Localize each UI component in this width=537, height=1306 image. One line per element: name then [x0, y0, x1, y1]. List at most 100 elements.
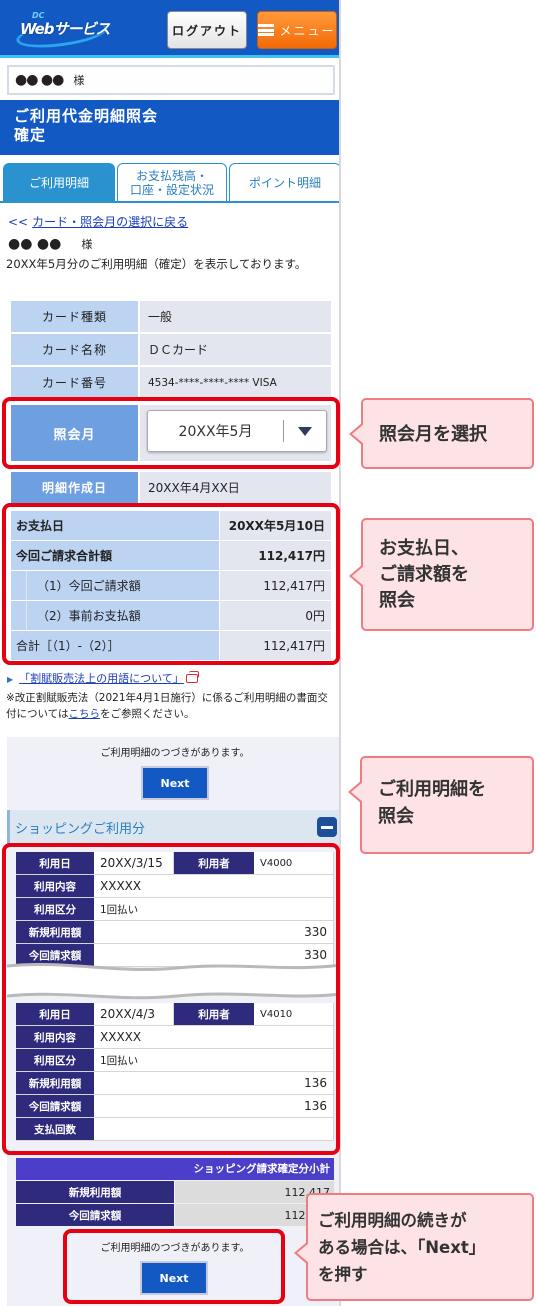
entry-date-label: 利用日 — [16, 852, 94, 874]
callout-pointer — [349, 422, 364, 446]
net-total-row: 合計［（1）-（2）］ 112,417円 — [11, 631, 331, 660]
tab-balance-account-settings[interactable]: お支払残高・ 口座・設定状況 — [117, 163, 227, 201]
callout-next-line2: ある場合は、「Next」 — [318, 1238, 486, 1257]
page-title-line1: ご利用代金明細照会 — [14, 107, 159, 125]
total-billing-label: 今回ご請求合計額 — [11, 541, 219, 570]
net-total-label: 合計［（1）-（2）］ — [11, 631, 219, 660]
phone-screen: DC Webサービス ログアウト メニュー ●● ●● 様 ご利用代金明細照会 … — [0, 0, 341, 1306]
tab-point-details[interactable]: ポイント明細 — [229, 163, 339, 201]
net-total-value: 112,417円 — [220, 631, 331, 660]
entry-content-row: 利用内容 XXXXX — [16, 875, 334, 898]
entry-content-label: 利用内容 — [16, 1026, 94, 1048]
callout-pointer — [349, 564, 364, 588]
triangle-right-icon: ▶ — [7, 675, 14, 684]
entry-new-amount-row: 新規利用額 330 — [16, 921, 334, 944]
entry-type-label: 利用区分 — [16, 898, 94, 920]
user-honorific: 様 — [73, 74, 85, 87]
callout-next-button: ご利用明細の続きが ある場合は、「Next」 を押す — [294, 1193, 534, 1301]
entry-content-value: XXXXX — [94, 875, 334, 897]
entry-new-amount-label: 新規利用額 — [16, 1072, 94, 1094]
customer-honorific: 様 — [81, 238, 93, 251]
entry-type-row: 利用区分 1回払い — [16, 898, 334, 921]
entry-new-amount-label: 新規利用額 — [16, 921, 94, 943]
callout-details-line2: 照会 — [378, 806, 414, 827]
shopping-section-title: ショッピングご利用分 — [15, 821, 146, 837]
entry-installments-row: 支払回数 — [16, 1118, 334, 1141]
legal-note-text-end: をご参照ください。 — [99, 708, 195, 720]
entry-date-value: 20XX/3/15 — [94, 852, 174, 874]
entry-date-label: 利用日 — [16, 1003, 94, 1025]
entry-type-row: 利用区分 1回払い — [16, 1049, 334, 1072]
entry-date-value: 20XX/4/3 — [94, 1003, 174, 1025]
dc-web-service-logo[interactable]: DC Webサービス — [14, 8, 114, 53]
logout-button[interactable]: ログアウト — [167, 11, 247, 49]
entry-billed-amount-value: 136 — [94, 1095, 334, 1117]
card-name-row: カード名称 ＤＣカード — [11, 334, 331, 365]
tab-usage-details[interactable]: ご利用明細 — [3, 163, 115, 201]
callout-usage-details: ご利用明細を 照会 — [348, 756, 534, 854]
entry-user-label: 利用者 — [174, 1003, 254, 1025]
collapse-minus-icon[interactable] — [317, 817, 337, 837]
shopping-section-header[interactable]: ショッピングご利用分 — [7, 810, 339, 844]
entry-new-amount-value: 136 — [94, 1072, 334, 1094]
card-number-row: カード番号 4534-****-****-**** VISA — [11, 367, 331, 398]
inquiry-month-row: 照会月 20XX年5月 — [11, 405, 331, 461]
card-type-label: カード種類 — [11, 301, 138, 332]
legal-note-link[interactable]: こちら — [68, 708, 100, 720]
page-title: ご利用代金明細照会 確定 — [0, 100, 339, 155]
menu-button[interactable]: メニュー — [257, 11, 337, 49]
statement-date-value: 20XX年4月XX日 — [140, 472, 331, 503]
subtotal-new-amount-row: 新規利用額 112,417 — [16, 1181, 334, 1203]
entry-content-label: 利用内容 — [16, 875, 94, 897]
next-button-top[interactable]: Next — [141, 766, 209, 800]
entry-content-value: XXXXX — [94, 1026, 334, 1048]
tab-balance-line2: 口座・設定状況 — [129, 182, 214, 197]
callout-select-month: 照会月を選択 — [349, 398, 534, 469]
continuation-message-top: ご利用明細のつづきがあります。 — [100, 748, 250, 759]
inquiry-month-value: 20XX年5月 — [178, 424, 253, 440]
entry-type-label: 利用区分 — [16, 1049, 94, 1071]
legal-note: ※改正割賦販売法（2021年4月1日施行）に係るご利用明細の書面交付についてはこ… — [6, 690, 336, 722]
inquiry-month-select[interactable]: 20XX年5月 — [147, 410, 327, 452]
entry-new-amount-value: 330 — [94, 921, 334, 943]
total-billing-value: 112,417円 — [220, 541, 331, 570]
callout-pointer — [294, 1241, 309, 1265]
subtotal-billed-amount-label: 今回請求額 — [16, 1204, 174, 1226]
double-chevron-left-icon: << — [8, 215, 29, 229]
entry-user-value: V4000 — [254, 852, 334, 874]
payment-date-value: 20XX年5月10日 — [220, 511, 331, 540]
subtotal-title: ショッピング請求確定分小計 — [16, 1158, 334, 1180]
external-window-icon — [185, 671, 199, 683]
installment-terms-link[interactable]: ▶ 「割賦販売法上の用語について」 — [7, 670, 199, 686]
shopping-subtotal-table: ショッピング請求確定分小計 新規利用額 112,417 今回請求額 112,41… — [16, 1158, 334, 1227]
entry-user-label: 利用者 — [174, 852, 254, 874]
continuation-message-bottom: ご利用明細のつづきがあります。 — [100, 1243, 250, 1254]
current-billing-value: 112,417円 — [220, 571, 331, 600]
entry-type-value: 1回払い — [94, 1049, 334, 1071]
customer-name: ●● ●● 様 — [8, 236, 92, 252]
callout-payment-line3: 照会 — [379, 590, 415, 611]
callout-details-line1: ご利用明細を — [378, 779, 486, 800]
usage-entry-1: 利用日 20XX/3/15 利用者 V4000 利用内容 XXXXX 利用区分 … — [16, 852, 334, 967]
logo-text: Webサービス — [20, 20, 110, 38]
back-to-card-selection-link[interactable]: << カード・照会月の選択に戻る — [8, 213, 188, 230]
tab-bar: ご利用明細 お支払残高・ 口座・設定状況 ポイント明細 — [0, 163, 339, 203]
menu-button-label: メニュー — [279, 23, 336, 38]
statement-notice: 20XX年5月分のご利用明細（確定）を表示しております。 — [6, 257, 307, 271]
entry-content-row: 利用内容 XXXXX — [16, 1026, 334, 1049]
entry-billed-amount-label: 今回請求額 — [16, 1095, 94, 1117]
entry-new-amount-row: 新規利用額 136 — [16, 1072, 334, 1095]
entry-billed-amount-row: 今回請求額 136 — [16, 1095, 334, 1118]
omitted-content-break — [7, 963, 339, 1000]
card-type-value: 一般 — [140, 301, 331, 332]
user-name: ●● ●● — [15, 72, 64, 88]
callout-payment-line2: ご請求額を — [379, 564, 469, 585]
prepaid-label: （2）事前お支払額 — [37, 609, 141, 623]
card-number-value: 4534-****-****-**** VISA — [140, 367, 331, 398]
callout-select-month-text: 照会月を選択 — [379, 424, 487, 445]
next-button-bottom[interactable]: Next — [140, 1261, 208, 1295]
card-number-label: カード番号 — [11, 367, 138, 398]
app-header: DC Webサービス ログアウト メニュー — [0, 0, 339, 58]
inquiry-month-label: 照会月 — [11, 405, 138, 461]
entry-date-row: 利用日 20XX/3/15 利用者 V4000 — [16, 852, 334, 875]
